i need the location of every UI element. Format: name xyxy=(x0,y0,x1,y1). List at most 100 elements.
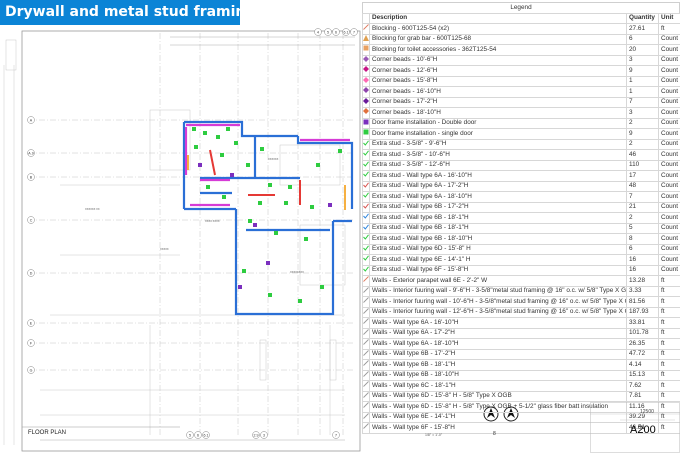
legend-unit: Count xyxy=(658,170,680,182)
legend-marker-icon xyxy=(362,86,370,98)
legend-unit: Count xyxy=(658,180,680,193)
legend-marker-icon xyxy=(362,338,370,350)
legend-quantity: 3.33 xyxy=(626,285,659,298)
door-marker xyxy=(268,183,272,187)
legend-unit: Count xyxy=(658,117,680,130)
legend-marker-icon xyxy=(362,44,370,56)
legend-row: Walls - Interior fuuring wall - 10'-6"H … xyxy=(362,296,680,308)
legend-unit: Count xyxy=(658,212,680,224)
door-marker xyxy=(316,163,320,167)
legend-unit: Count xyxy=(658,128,680,140)
legend-description: Corner beads - 15'-8"H xyxy=(369,75,627,88)
grid-number-bottom: 5 xyxy=(189,434,191,438)
legend-quantity: 3 xyxy=(626,54,659,67)
legend-description: Extra stud - 3-5/8" - 10'-6"H xyxy=(369,149,627,161)
legend-description: Blocking for grab bar - 600T125-68 xyxy=(369,33,627,46)
legend-marker-icon xyxy=(362,411,370,424)
legend-quantity: 110 xyxy=(626,159,659,172)
legend-quantity: 7.62 xyxy=(626,380,659,392)
legend-description: Walls - Wall type 6D - 15'-8" H - 5/8" T… xyxy=(369,401,627,413)
legend-row: Walls - Wall type 6A - 18'-10"H 26.35 ft xyxy=(362,338,680,350)
legend-row: Walls - Interior fuuring wall - 9'-6"H -… xyxy=(362,285,680,298)
legend-row: Door frame installation - Double door 2 Co… xyxy=(362,117,680,130)
legend-description: Extra stud - Wall type 6F - 15'-8"H xyxy=(369,264,627,277)
legend-quantity: 33.81 xyxy=(626,317,659,329)
legend-table: Description Quantity Unit Blocking - 600… xyxy=(362,12,680,434)
legend-unit: ft xyxy=(658,23,680,35)
legend-quantity: 17 xyxy=(626,170,659,182)
legend-row: Extra stud - Wall type 6A - 16'-10"H 17 Co… xyxy=(362,170,680,182)
legend-unit: Count xyxy=(658,191,680,203)
legend-marker-icon xyxy=(362,254,370,266)
svg-text:XXXXXXXX: XXXXXXXX xyxy=(290,270,304,274)
legend-marker-icon xyxy=(362,222,370,235)
legend-marker-icon xyxy=(362,128,370,140)
grid-number-top: 6.1 xyxy=(344,31,349,35)
door-marker xyxy=(206,185,210,189)
legend-marker-icon xyxy=(362,23,370,35)
legend-quantity: 46 xyxy=(626,149,659,161)
legend-unit: Count xyxy=(658,86,680,98)
page-title-banner: Drywall and metal stud framing xyxy=(0,0,240,25)
legend-quantity: 8 xyxy=(626,233,659,245)
legend-header-description: Description xyxy=(369,12,627,25)
legend-quantity: 2 xyxy=(626,138,659,151)
legend-marker-icon xyxy=(362,317,370,329)
svg-text:XXXX XXXX: XXXX XXXX xyxy=(205,219,220,223)
door-marker xyxy=(248,219,252,223)
legend-description: Corner beads - 16'-10"H xyxy=(369,86,627,98)
legend-marker-icon xyxy=(362,275,370,287)
legend-description: Door frame installation - single door xyxy=(369,128,627,140)
legend-unit: ft xyxy=(658,348,680,361)
legend-marker-icon xyxy=(362,212,370,224)
legend-unit: Count xyxy=(658,138,680,151)
grid-number-top: 6 xyxy=(335,31,337,35)
legend-unit: ft xyxy=(658,306,680,319)
legend-quantity: 7 xyxy=(626,96,659,109)
door-marker xyxy=(274,231,278,235)
door-marker xyxy=(310,205,314,209)
door-marker xyxy=(284,201,288,205)
legend-marker-icon xyxy=(362,33,370,46)
legend-description: Extra stud - 3-5/8" - 9'-6"H xyxy=(369,138,627,151)
legend-quantity: 9 xyxy=(626,65,659,77)
legend-quantity: 20 xyxy=(626,44,659,56)
legend-marker-icon xyxy=(362,65,370,77)
grid-number-top: 5 xyxy=(327,31,329,35)
legend-marker-icon xyxy=(362,75,370,88)
floor-plan-drawing[interactable]: AA.9BCDEFG4 5 6 6.1 75 6 6.1 2.9 3 7 XXX… xyxy=(0,25,362,453)
legend-description: Walls - Exterior parapet wall 6E - 2'-2"… xyxy=(369,275,627,287)
legend-description: Extra stud - Wall type 6E - 14'-1" H xyxy=(369,254,627,266)
legend-row: Walls - Exterior parapet wall 6E - 2'-2"… xyxy=(362,275,680,287)
legend-marker-icon xyxy=(362,117,370,130)
legend-unit: Count xyxy=(658,264,680,277)
title-block-scale: 12500 xyxy=(640,409,654,415)
legend-quantity: 4.14 xyxy=(626,359,659,371)
door-marker-double xyxy=(238,285,242,289)
legend-quantity: 16 xyxy=(626,254,659,266)
legend-quantity: 5 xyxy=(626,222,659,235)
view-number: 8 xyxy=(493,431,496,437)
legend-row: Extra stud - Wall type 6B - 18'-1"H 2 Coun… xyxy=(362,212,680,224)
legend-unit: Count xyxy=(658,222,680,235)
legend-marker-icon xyxy=(362,348,370,361)
legend-quantity: 2 xyxy=(626,117,659,130)
door-marker-double xyxy=(230,173,234,177)
legend-row: Extra stud - 3-5/8" - 10'-6"H 46 Count xyxy=(362,149,680,161)
legend-unit: Count xyxy=(658,65,680,77)
legend-quantity: 48 xyxy=(626,180,659,193)
sheet-number: A200 xyxy=(630,424,656,436)
legend-row: Walls - Wall type 6A - 16'-10"H 33.81 ft xyxy=(362,317,680,329)
door-marker-double xyxy=(328,203,332,207)
legend-description: Walls - Wall type 6A - 17'-2"H xyxy=(369,327,627,340)
legend-marker-icon xyxy=(362,170,370,182)
legend-description: Walls - Wall type 6B - 18'-1"H xyxy=(369,359,627,371)
legend-description: Blocking for toilet accessories - 362T12… xyxy=(369,44,627,56)
door-marker xyxy=(304,237,308,241)
legend-description: Extra stud - Wall type 6B - 18'-1"H xyxy=(369,212,627,224)
legend-quantity: 7.81 xyxy=(626,390,659,403)
legend-marker-icon xyxy=(362,401,370,413)
legend-quantity: 101.78 xyxy=(626,327,659,340)
legend-description: Extra stud - Wall type 6D - 15'-8" H xyxy=(369,243,627,256)
legend-quantity: 3 xyxy=(626,107,659,119)
